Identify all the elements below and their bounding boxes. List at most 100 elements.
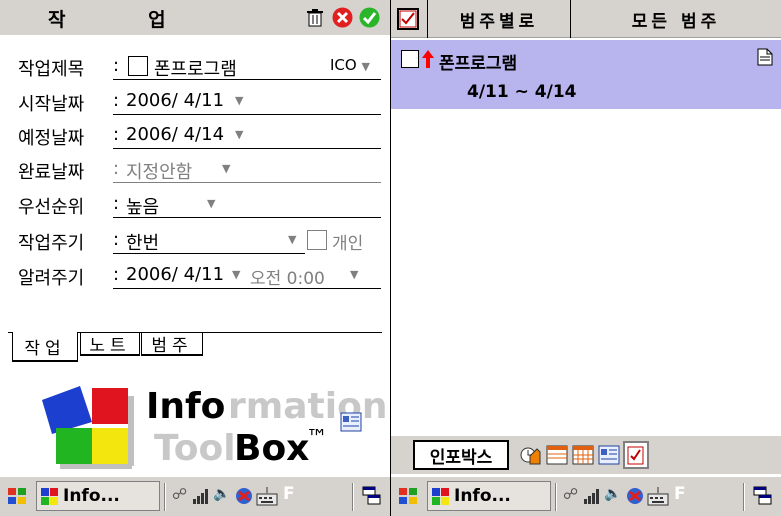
start-windows-icon[interactable]: [6, 485, 28, 507]
priority-value[interactable]: 높음: [126, 193, 159, 219]
recurrence-value[interactable]: 한번: [126, 229, 159, 255]
header-separator: [570, 0, 571, 38]
tab-notes[interactable]: 노트: [80, 332, 140, 356]
inbox-button-label: 인포박스: [429, 447, 493, 468]
input-mode-indicator[interactable]: F: [283, 484, 295, 504]
infobox-app-icon: [41, 488, 58, 505]
task-dates: 4/11 ~ 4/14: [467, 82, 577, 102]
chevron-down-icon[interactable]: ▼: [207, 197, 215, 210]
volume-icon[interactable]: 🔈: [604, 486, 621, 502]
completed-date-label: 완료날짜: [18, 162, 85, 183]
taskbar-app-button[interactable]: Info...: [427, 481, 551, 511]
reminder-time-value[interactable]: 오전 0:00: [250, 264, 325, 289]
taskbar-app-label: Info...: [63, 486, 120, 506]
due-date-colon: :: [113, 124, 120, 145]
start-date-value[interactable]: 2006/ 4/11: [126, 90, 224, 111]
recurrence-colon: :: [113, 229, 120, 250]
header-separator: [427, 0, 428, 38]
keyboard-icon[interactable]: [647, 486, 669, 506]
task-list-panel: 범주별로 모든 범주 폰프로그램 4/11 ~ 4/14 인포박스 Info..…: [391, 0, 781, 516]
taskbar: Info... ☍ 🔈 F: [0, 477, 390, 516]
logo-word-info: Info: [146, 386, 226, 427]
delete-button[interactable]: [303, 6, 326, 29]
sync-status-icon[interactable]: [624, 486, 646, 506]
tasks-app-button[interactable]: [397, 8, 419, 30]
tab-category-label: 범주: [151, 336, 193, 356]
priority-label: 우선순위: [18, 197, 85, 218]
high-priority-arrow-icon: [422, 50, 434, 68]
tab-notes-label: 노트: [89, 336, 131, 356]
icon-selector[interactable]: ICO ▼: [330, 56, 370, 74]
tab-task-label: 작업: [24, 338, 66, 359]
subject-checkbox[interactable]: [128, 56, 148, 76]
task-check-icon: [399, 10, 417, 28]
note-attached-icon: [757, 48, 773, 66]
task-complete-checkbox[interactable]: [401, 50, 419, 68]
chevron-down-icon[interactable]: ▼: [235, 128, 243, 141]
window-switch-icon[interactable]: [753, 486, 773, 506]
chevron-down-icon[interactable]: ▼: [232, 268, 240, 281]
contact-card-icon: [340, 412, 362, 432]
due-date-label: 예정날짜: [18, 128, 85, 149]
connectivity-icon[interactable]: ☍: [172, 485, 187, 503]
calendar-week-icon[interactable]: [546, 445, 568, 465]
private-checkbox[interactable]: [307, 230, 327, 250]
reminder-date-value[interactable]: 2006/ 4/11: [126, 264, 224, 285]
taskbar-separator: [164, 483, 166, 511]
taskbar-app-button[interactable]: Info...: [36, 481, 160, 511]
cancel-button[interactable]: [331, 6, 354, 29]
recurrence-label: 작업주기: [18, 233, 85, 254]
start-date-label: 시작날짜: [18, 94, 85, 115]
logo-trademark: ™: [306, 426, 328, 451]
home-icon[interactable]: [519, 444, 541, 466]
task-list-item[interactable]: 폰프로그램 4/11 ~ 4/14: [391, 40, 781, 109]
window-switch-icon[interactable]: [362, 486, 382, 506]
input-mode-indicator[interactable]: F: [674, 484, 686, 504]
contacts-icon[interactable]: [598, 445, 620, 465]
taskbar-separator: [555, 483, 557, 511]
task-title: 폰프로그램: [439, 54, 518, 74]
ok-button[interactable]: [358, 6, 381, 29]
subject-input[interactable]: 폰프로그램: [154, 55, 237, 81]
chevron-down-icon[interactable]: ▼: [235, 94, 243, 107]
completed-date-colon: :: [113, 158, 120, 179]
chevron-down-icon[interactable]: ▼: [222, 162, 230, 175]
inbox-button[interactable]: 인포박스: [413, 440, 509, 470]
connectivity-icon[interactable]: ☍: [563, 485, 578, 503]
category-dropdown[interactable]: 모든 범주: [573, 4, 779, 34]
task-check-icon: [627, 446, 644, 465]
category-dropdown-label: 모든 범주: [631, 11, 721, 32]
reminder-colon: :: [113, 264, 120, 285]
logo-word-box: Box: [234, 428, 310, 469]
tasks-tab-button[interactable]: [623, 441, 649, 469]
tab-category[interactable]: 범주: [141, 332, 203, 356]
tab-task[interactable]: 작업: [12, 332, 78, 362]
calendar-month-icon[interactable]: [572, 445, 594, 465]
app-switch-bar: 인포박스: [391, 436, 781, 474]
logo-word-rmation: rmation: [228, 386, 388, 427]
logo-word-tool: Tool: [154, 428, 236, 469]
task-list-header: 범주별로 모든 범주: [391, 0, 781, 38]
task-edit-panel: 작 업 작업제목 : 폰프로그램 ICO ▼ 시작날짜 : 2006/ 4/11…: [0, 0, 390, 516]
filter-dropdown[interactable]: 범주별로: [431, 4, 567, 34]
sync-status-icon[interactable]: [233, 486, 255, 506]
start-windows-icon[interactable]: [397, 485, 419, 507]
trash-icon: [306, 8, 323, 26]
due-date-value[interactable]: 2006/ 4/14: [126, 124, 224, 145]
signal-strength-icon[interactable]: [583, 487, 601, 505]
check-green-icon: [359, 7, 380, 28]
chevron-down-icon[interactable]: ▼: [350, 268, 358, 281]
completed-date-value[interactable]: 지정안함: [126, 158, 192, 184]
signal-strength-icon[interactable]: [192, 487, 210, 505]
taskbar-app-label: Info...: [454, 486, 511, 506]
chevron-down-icon[interactable]: ▼: [288, 233, 296, 246]
volume-icon[interactable]: 🔈: [213, 486, 230, 502]
keyboard-icon[interactable]: [256, 486, 278, 506]
taskbar: Info... ☍ 🔈 F: [391, 477, 781, 516]
infobox-app-icon: [432, 488, 449, 505]
task-edit-header: 작 업: [0, 0, 390, 35]
due-date-underline: [113, 148, 381, 149]
logo-squares-icon: [42, 386, 134, 469]
infotoolbox-logo: Info rmation Tool Box ™: [38, 380, 388, 472]
priority-colon: :: [113, 193, 120, 214]
